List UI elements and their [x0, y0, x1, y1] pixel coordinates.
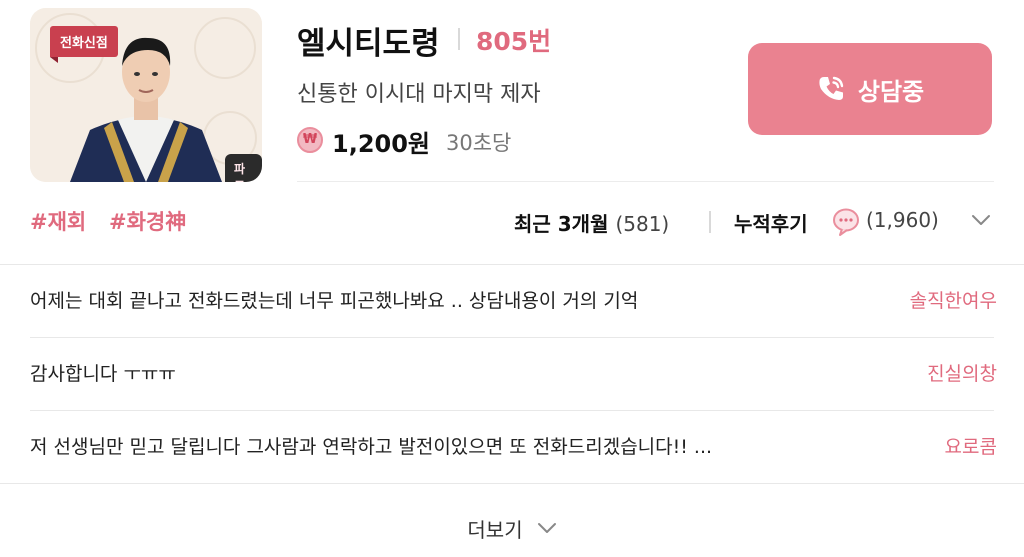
review-text: 어제는 대회 끝나고 전화드렸는데 너무 피곤했나봐요 .. 상담내용이 거의 …	[30, 290, 639, 312]
review-item[interactable]: 저 선생님만 믿고 달립니다 그사람과 연락하고 발전이있으면 또 전화드리겠습…	[0, 411, 1024, 483]
price-unit: 30초당	[446, 131, 512, 155]
counselor-photo[interactable]: 전화신점 파트너	[30, 8, 262, 182]
review-text: 감사합니다 ㅜㅠㅠ	[30, 363, 176, 385]
consulting-status-label: 상담중	[857, 77, 925, 106]
review-author: 솔직한여우	[909, 290, 997, 312]
counselor-name: 엘시티도령	[297, 26, 440, 62]
consulting-status-button[interactable]: 상담중	[748, 43, 992, 135]
counselor-number: 805번	[476, 27, 552, 56]
stats-divider	[709, 211, 711, 233]
section-divider	[0, 483, 1024, 484]
review-item[interactable]: 감사합니다 ㅜㅠㅠ 진실의창	[0, 338, 1024, 410]
info-divider	[297, 181, 994, 182]
more-label: 더보기	[467, 517, 523, 542]
phone-ringing-icon	[819, 76, 844, 100]
chevron-down-icon	[537, 523, 556, 533]
total-reviews-label: 누적후기	[734, 212, 808, 236]
tag-hwagyeong[interactable]: #화경神	[109, 206, 186, 236]
total-reviews-count: (1,960)	[866, 208, 939, 232]
review-text: 저 선생님만 믿고 달립니다 그사람과 연락하고 발전이있으면 또 전화드리겠습…	[30, 436, 713, 458]
won-coin-icon: ₩	[297, 127, 323, 153]
chevron-down-icon[interactable]	[970, 213, 992, 227]
price: 1,200원	[332, 130, 430, 158]
name-divider	[458, 28, 460, 50]
tag-reunion[interactable]: #재회	[30, 206, 86, 236]
recent-label: 최근 3개월	[514, 212, 609, 236]
review-item[interactable]: 어제는 대회 끝나고 전화드렸는데 너무 피곤했나봐요 .. 상담내용이 거의 …	[0, 265, 1024, 337]
consult-type-badge: 전화신점	[50, 26, 118, 63]
recent-reviews: 최근 3개월 (581)	[514, 208, 669, 237]
more-button[interactable]: 더보기	[0, 505, 1024, 551]
review-author: 진실의창	[927, 363, 997, 385]
speech-bubble-icon	[833, 208, 859, 236]
review-author: 요로콤	[944, 436, 997, 458]
counselor-description: 신통한 이시대 마지막 제자	[297, 82, 541, 107]
recent-count: (581)	[615, 212, 670, 236]
partner-badge: 파트너	[225, 154, 262, 182]
